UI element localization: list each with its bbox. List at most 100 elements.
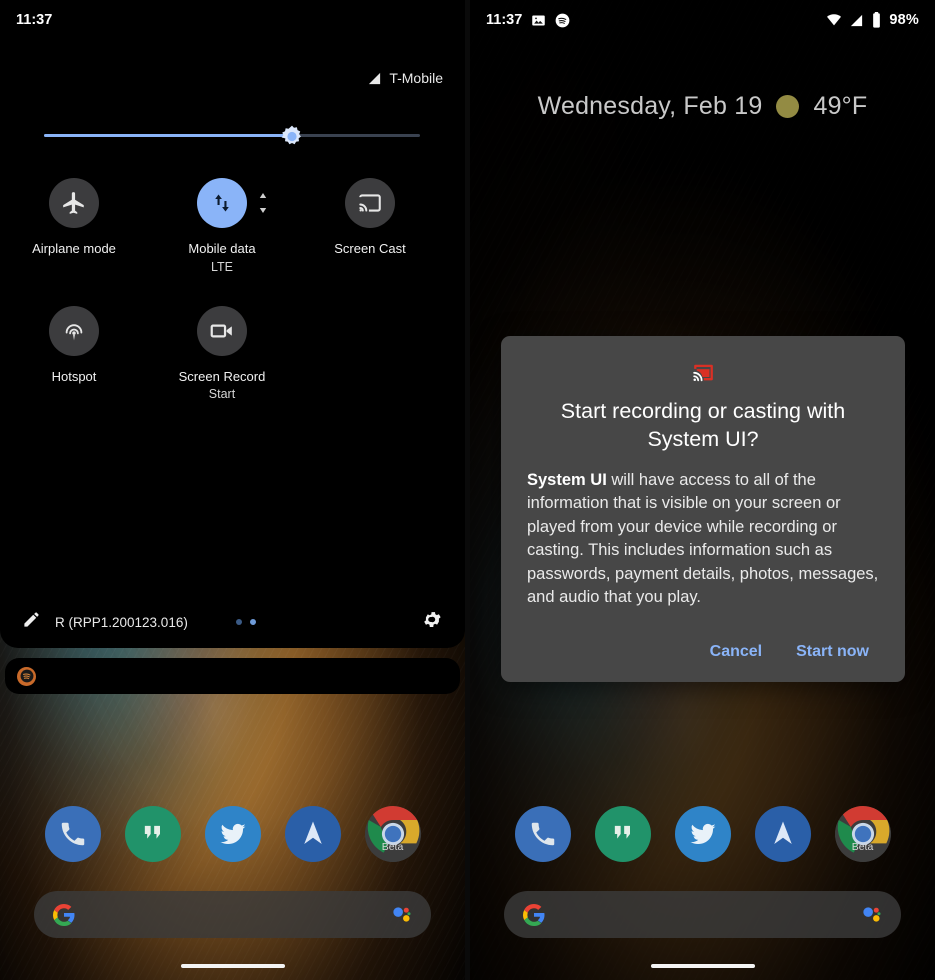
screenshot-stage: Beta 11:37 T-Mobile Airplane mode Mobile… (0, 0, 935, 980)
dialog-icon-row (527, 360, 879, 385)
dialog-body-rest: will have access to all of the informati… (527, 471, 879, 607)
spotify-icon (555, 13, 570, 28)
page-indicator-dots (235, 619, 256, 625)
brightness-fill (44, 134, 293, 137)
dock-app-spark[interactable] (754, 806, 811, 862)
page-dot-1[interactable] (235, 619, 242, 625)
cast-icon (692, 364, 713, 382)
google-g-icon (523, 903, 545, 926)
brightness-icon (281, 125, 302, 145)
nav-bar-right (470, 964, 935, 968)
date-weather-header[interactable]: Wednesday, Feb 19 49°F (470, 92, 935, 121)
tile-mobile-data-sublabel: LTE (211, 259, 233, 274)
dock-app-hangouts[interactable] (594, 806, 651, 862)
tile-screen-record-circle[interactable] (197, 305, 247, 356)
signal-icon (367, 71, 382, 86)
cancel-button[interactable]: Cancel (700, 636, 772, 668)
dock-app-hangouts[interactable] (124, 806, 181, 862)
dock-right: Beta (470, 806, 935, 862)
page-dot-2[interactable] (249, 619, 256, 625)
status-bar-time: 11:37 (16, 12, 53, 28)
tile-empty-slot (296, 306, 444, 402)
tile-screen-cast[interactable]: Screen Cast (296, 178, 444, 274)
tile-screen-record-sublabel: Start (208, 387, 236, 402)
mobile-data-icon (215, 194, 229, 212)
paper-plane-icon (303, 821, 322, 844)
chrome-beta-badge: Beta (851, 841, 874, 853)
tile-hotspot[interactable]: Hotspot (0, 305, 148, 402)
brightness-thumb[interactable] (280, 124, 305, 149)
pencil-icon[interactable] (22, 610, 41, 634)
battery-icon (871, 12, 882, 28)
tile-row-2: Hotspot Screen Record Start (0, 305, 465, 402)
nav-bar-left (0, 964, 465, 968)
airplane-icon (63, 192, 84, 214)
dialog-actions: Cancel Start now (527, 636, 879, 668)
tile-airplane-mode[interactable]: Airplane mode (0, 178, 148, 274)
quick-settings-footer: R (RPP1.200123.016) (0, 596, 465, 648)
tile-airplane-mode-label: Airplane mode (32, 241, 116, 256)
twitter-icon (220, 823, 245, 845)
home-gesture-pill[interactable] (650, 964, 755, 968)
left-phone-screen: Beta 11:37 T-Mobile Airplane mode Mobile… (0, 0, 465, 980)
quick-settings-shade: 11:37 T-Mobile Airplane mode Mobile data… (0, 0, 465, 648)
phone-icon (61, 822, 84, 846)
notification-card[interactable] (5, 658, 460, 694)
cast-permission-dialog: Start recording or casting with System U… (501, 336, 905, 682)
temperature-label: 49°F (813, 92, 868, 120)
signal-icon (849, 13, 864, 28)
chrome-icon (364, 806, 421, 862)
battery-percent: 98% (889, 12, 919, 28)
start-now-button[interactable]: Start now (786, 636, 879, 668)
tile-mobile-data-circle[interactable] (197, 178, 267, 228)
tile-row-1: Airplane mode Mobile data LTE Screen Cas… (0, 178, 465, 274)
google-search-bar-left[interactable] (34, 891, 431, 938)
hotspot-icon (65, 323, 83, 340)
tile-screen-cast-label: Screen Cast (334, 241, 406, 256)
chrome-icon (834, 806, 891, 862)
hangouts-icon (144, 825, 160, 839)
right-phone-screen: 11:37 98% Wednesday, Feb 19 49°F Beta St… (470, 0, 935, 980)
tile-airplane-mode-circle[interactable] (49, 178, 99, 228)
dock-app-spark[interactable] (284, 806, 341, 862)
build-number-label: R (RPP1.200123.016) (55, 614, 188, 630)
dock-app-chrome[interactable]: Beta (834, 806, 891, 862)
date-label: Wednesday, Feb 19 (537, 92, 763, 120)
dock-app-twitter[interactable] (204, 806, 261, 862)
spotify-icon (17, 666, 36, 686)
tile-screen-cast-circle[interactable] (345, 178, 395, 228)
tile-mobile-data[interactable]: Mobile data LTE (148, 178, 296, 274)
status-bar-right: 11:37 98% (470, 0, 935, 40)
status-bar-time: 11:37 (486, 12, 523, 28)
dialog-title: Start recording or casting with System U… (560, 399, 846, 451)
chrome-beta-badge: Beta (381, 841, 404, 853)
assistant-icon[interactable] (860, 903, 883, 926)
twitter-icon (690, 823, 715, 845)
google-g-icon (53, 903, 75, 926)
carrier-name: T-Mobile (389, 70, 443, 86)
wifi-icon (826, 12, 842, 28)
chevron-expand-icon[interactable] (258, 192, 268, 214)
sun-icon (776, 95, 800, 118)
brightness-slider[interactable] (44, 124, 420, 149)
tile-screen-record[interactable]: Screen Record Start (148, 305, 296, 402)
phone-icon (531, 822, 554, 846)
paper-plane-icon (773, 821, 792, 844)
home-gesture-pill[interactable] (180, 964, 285, 968)
videocam-icon (210, 324, 232, 338)
carrier-label-row: T-Mobile (367, 70, 443, 86)
tile-hotspot-label: Hotspot (51, 368, 97, 384)
gear-icon[interactable] (422, 609, 443, 635)
cast-icon (359, 194, 381, 212)
dock-app-chrome[interactable]: Beta (364, 806, 421, 862)
assistant-icon[interactable] (390, 903, 413, 926)
dialog-body-app-name: System UI (527, 471, 607, 490)
dock-app-twitter[interactable] (674, 806, 731, 862)
google-search-bar-right[interactable] (504, 891, 901, 938)
dock-app-phone[interactable] (514, 806, 571, 862)
dock-app-phone[interactable] (44, 806, 101, 862)
tile-screen-record-label: Screen Record (178, 368, 266, 384)
quick-settings-tiles: Airplane mode Mobile data LTE Screen Cas… (0, 178, 465, 401)
tile-hotspot-circle[interactable] (49, 305, 99, 356)
status-bar-left: 11:37 (0, 0, 465, 40)
